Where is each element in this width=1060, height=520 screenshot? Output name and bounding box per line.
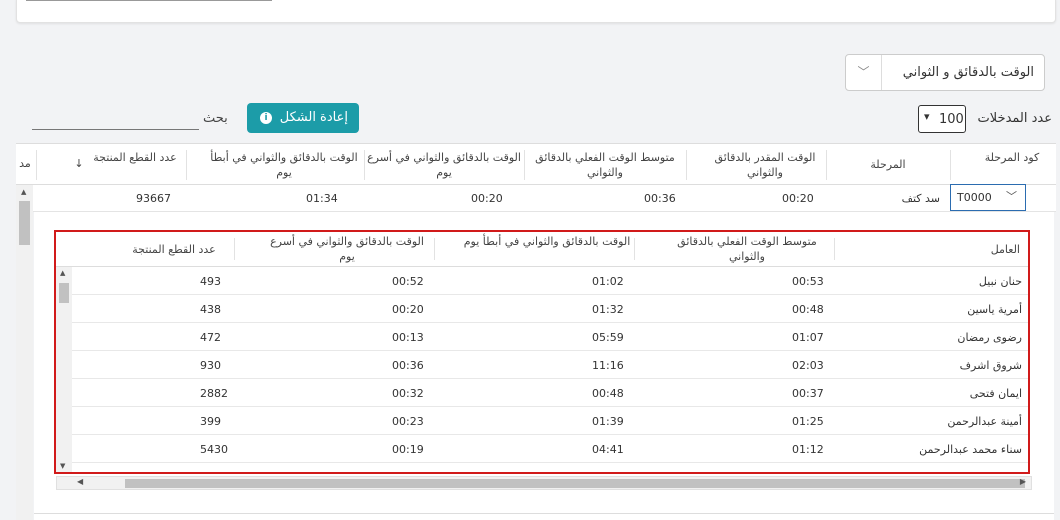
scroll-right-icon[interactable]: ▶ — [1020, 477, 1026, 486]
pieces-count: 472 — [200, 331, 221, 344]
scroll-up-icon[interactable]: ▲ — [60, 269, 65, 277]
col-fastest-day[interactable]: الوقت بالدقائق والثواني في أسرع يوم — [366, 150, 522, 180]
slowest-time: 01:32 — [592, 303, 624, 316]
worker-name: ايمان فتحى — [969, 387, 1022, 400]
avg-time: 01:12 — [792, 443, 824, 456]
scroll-down-icon[interactable]: ▼ — [60, 462, 65, 470]
col-estimated-time[interactable]: الوقت المقدر بالدقائق والثواني — [706, 150, 824, 180]
col-pieces[interactable]: عدد القطع المنتجة — [86, 150, 184, 165]
inner-vertical-scrollbar[interactable]: ▲ ▼ — [56, 267, 72, 472]
table-row[interactable]: T0000 ﹀ سد كتف 00:20 00:36 00:20 01:34 9… — [16, 184, 1056, 212]
entries-value: 100 — [939, 112, 964, 127]
table-row[interactable]: سناء محمد عبدالرحمن 01:12 04:41 00:19 54… — [72, 435, 1028, 463]
table-row[interactable]: حنان نبيل 00:53 01:02 00:52 493 — [72, 267, 1028, 295]
worker-name: شروق اشرف — [959, 359, 1022, 372]
table-row[interactable]: أمينة عبدالرحمن 01:25 01:39 00:23 399 — [72, 407, 1028, 435]
col-sub-pieces[interactable]: عدد القطع المنتجة — [116, 242, 232, 257]
caret-down-icon: ▾ — [924, 110, 930, 123]
scrollbar-thumb[interactable] — [19, 201, 30, 245]
pieces-count: 2882 — [200, 387, 228, 400]
outer-vertical-scrollbar[interactable]: ▲ — [16, 185, 33, 520]
avg-time: 02:03 — [792, 359, 824, 372]
scroll-up-icon[interactable]: ▲ — [21, 188, 26, 196]
slowest-time: 01:39 — [592, 415, 624, 428]
chevron-down-icon: ﹀ — [846, 55, 882, 90]
time-mode-value: الوقت بالدقائق و الثواني — [902, 65, 1034, 80]
col-worker[interactable]: العامل — [991, 242, 1020, 257]
fastest-day-time: 00:20 — [471, 192, 503, 205]
worker-name: حنان نبيل — [978, 275, 1022, 288]
worker-name: أمرية ياسين — [967, 303, 1022, 316]
scrollbar-thumb[interactable] — [125, 479, 1025, 488]
fastest-time: 00:19 — [392, 443, 424, 456]
col-sub-slowest[interactable]: الوقت بالدقائق والثواني في أبطأ يوم — [462, 234, 632, 249]
scrollbar-thumb[interactable] — [59, 283, 69, 303]
fastest-time: 00:36 — [392, 359, 424, 372]
avg-time: 00:48 — [792, 303, 824, 316]
sort-arrow-icon[interactable]: ↓ — [74, 156, 84, 171]
col-slowest-day[interactable]: الوقت بالدقائق والثواني في أبطأ يوم — [206, 150, 362, 180]
slowest-day-time: 01:34 — [306, 192, 338, 205]
pieces-count: 399 — [200, 415, 221, 428]
worker-detail-table: العامل متوسط الوقت الفعلي بالدقائق والثو… — [54, 230, 1030, 474]
col-cut-off[interactable]: مد — [16, 156, 34, 171]
stage-code-value: T0000 — [957, 191, 992, 204]
search-label: بحث — [203, 111, 228, 126]
col-sub-fastest[interactable]: الوقت بالدقائق والثواني في أسرع يوم — [262, 234, 432, 264]
pieces-count: 5430 — [200, 443, 228, 456]
slowest-time: 11:16 — [592, 359, 624, 372]
sub-table-header: العامل متوسط الوقت الفعلي بالدقائق والثو… — [56, 232, 1028, 267]
reset-layout-label: إعادة الشكل — [279, 110, 348, 125]
worker-name: رضوى رمضان — [957, 331, 1022, 344]
pieces-count: 438 — [200, 303, 221, 316]
table-row[interactable]: ايمان فتحى 00:37 00:48 00:32 2882 — [72, 379, 1028, 407]
avg-actual-time: 00:36 — [644, 192, 676, 205]
col-stage[interactable]: المرحلة — [828, 157, 948, 172]
info-icon: i — [260, 112, 272, 124]
col-avg-actual-time[interactable]: متوسط الوقت الفعلي بالدقائق والثواني — [526, 150, 684, 180]
pieces-count: 930 — [200, 359, 221, 372]
worker-name: أمينة عبدالرحمن — [947, 415, 1022, 428]
col-sub-avg[interactable]: متوسط الوقت الفعلي بالدقائق والثواني — [662, 234, 832, 264]
scroll-left-icon[interactable]: ◀ — [77, 477, 83, 486]
pieces-count: 493 — [200, 275, 221, 288]
panel-divider — [34, 513, 1054, 514]
table-row[interactable]: شروق اشرف 02:03 11:16 00:36 930 — [72, 351, 1028, 379]
worker-name: سناء محمد عبدالرحمن — [919, 443, 1022, 456]
avg-time: 01:07 — [792, 331, 824, 344]
top-card — [16, 0, 1056, 23]
estimated-time: 00:20 — [782, 192, 814, 205]
table-row[interactable]: أمرية ياسين 00:48 01:32 00:20 438 — [72, 295, 1028, 323]
fastest-time: 00:13 — [392, 331, 424, 344]
horizontal-scrollbar[interactable]: ◀ ▶ — [56, 476, 1032, 490]
stage-code-select[interactable]: T0000 ﹀ — [950, 184, 1026, 211]
fastest-time: 00:32 — [392, 387, 424, 400]
chevron-down-icon: ﹀ — [1006, 190, 1017, 203]
avg-time: 01:25 — [792, 415, 824, 428]
slowest-time: 00:48 — [592, 387, 624, 400]
fastest-time: 00:23 — [392, 415, 424, 428]
slowest-time: 05:59 — [592, 331, 624, 344]
fastest-time: 00:52 — [392, 275, 424, 288]
fastest-time: 00:20 — [392, 303, 424, 316]
top-input-underline[interactable] — [26, 0, 272, 1]
avg-time: 00:53 — [792, 275, 824, 288]
entries-select[interactable]: 100 ▾ — [918, 105, 966, 133]
entries-label: عدد المدخلات — [977, 111, 1052, 126]
stage-name: سد كتف — [901, 192, 940, 205]
avg-time: 00:37 — [792, 387, 824, 400]
slowest-time: 01:02 — [592, 275, 624, 288]
col-stage-code[interactable]: كود المرحلة — [974, 150, 1050, 165]
table-row[interactable]: رضوى رمضان 01:07 05:59 00:13 472 — [72, 323, 1028, 351]
slowest-time: 04:41 — [592, 443, 624, 456]
reset-layout-button[interactable]: إعادة الشكل i — [247, 103, 359, 133]
pieces-count: 93667 — [136, 192, 171, 205]
main-table-header: كود المرحلة المرحلة الوقت المقدر بالدقائ… — [16, 143, 1056, 185]
search-input[interactable] — [32, 108, 199, 130]
time-mode-select[interactable]: الوقت بالدقائق و الثواني ﹀ — [845, 54, 1045, 91]
